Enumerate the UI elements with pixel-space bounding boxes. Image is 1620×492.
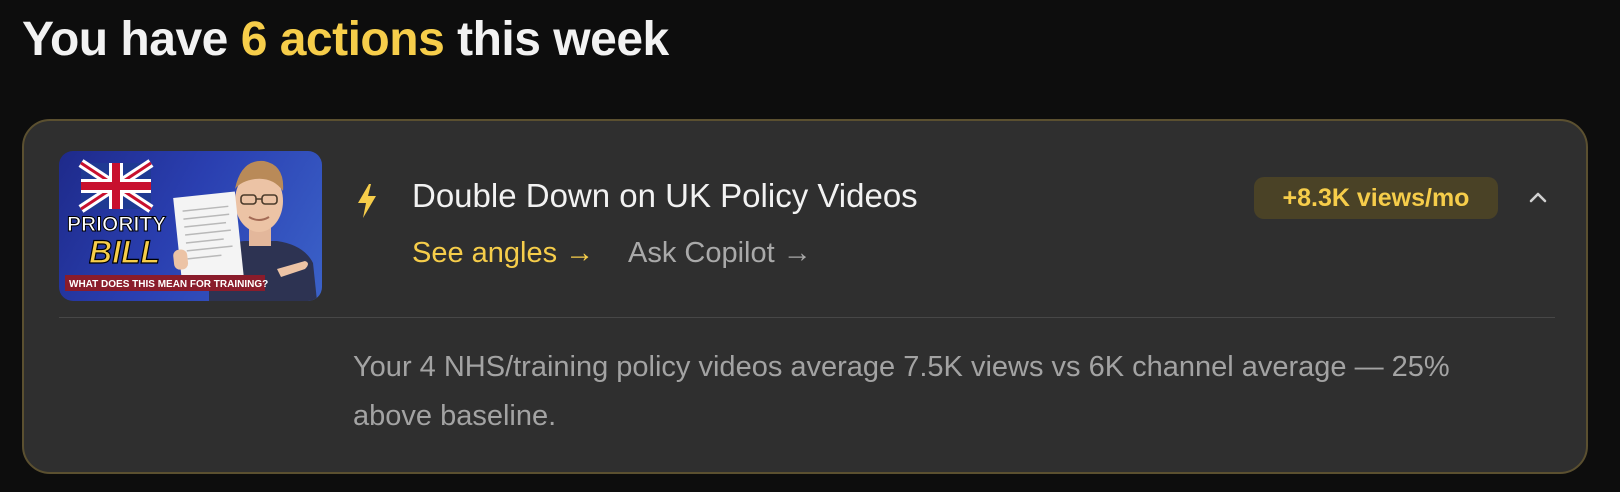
document-prop (173, 191, 244, 282)
card-divider (59, 317, 1555, 318)
lightning-bolt-icon (358, 184, 376, 218)
chevron-up-icon[interactable] (1524, 183, 1552, 211)
ask-copilot-link[interactable]: Ask Copilot → (628, 237, 812, 270)
heading-suffix: this week (457, 13, 669, 66)
views-impact-badge: +8.3K views/mo (1254, 177, 1498, 219)
action-title: Double Down on UK Policy Videos (412, 177, 918, 214)
heading-prefix: You have (22, 13, 228, 66)
action-count: 6 actions (240, 13, 445, 66)
thumbnail-caption: WHAT DOES THIS MEAN FOR TRAINING? (69, 279, 268, 290)
action-description: Your 4 NHS/training policy videos averag… (353, 351, 1450, 432)
see-angles-link[interactable]: See angles → (412, 237, 594, 270)
page-heading: You have 6 actions this week (22, 12, 669, 67)
thumbnail-line2: BILL (89, 234, 160, 270)
action-card: PRIORITY BILL WHAT DOES THIS MEAN FOR TR… (22, 119, 1588, 474)
union-jack-icon (78, 159, 154, 213)
video-thumbnail[interactable]: PRIORITY BILL WHAT DOES THIS MEAN FOR TR… (59, 151, 322, 301)
thumbnail-line1: PRIORITY (67, 213, 166, 236)
